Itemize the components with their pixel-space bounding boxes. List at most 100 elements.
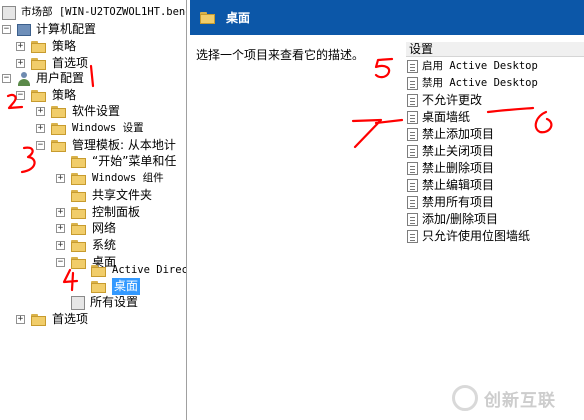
watermark: 创新互联 (452, 376, 584, 420)
folder-icon (71, 239, 87, 252)
expand-icon[interactable]: + (56, 224, 65, 233)
tree-item-label: 管理模板: 从本地计 (72, 138, 176, 152)
collapse-icon[interactable]: − (36, 141, 45, 150)
tree-item-label: 用户配置 (36, 71, 85, 85)
user-icon (17, 71, 31, 86)
expand-icon[interactable]: + (56, 174, 65, 183)
description-text: 选择一个项目来查看它的描述。 (196, 48, 365, 62)
folder-icon (71, 189, 87, 202)
tree-item-system[interactable]: + 系统 (56, 237, 116, 254)
setting-prohibit-editing-items[interactable]: 禁止编辑项目 (407, 177, 494, 194)
setting-prohibit-deleting-items[interactable]: 禁止删除项目 (407, 160, 494, 177)
policy-setting-icon (407, 60, 418, 73)
policy-setting-icon (407, 230, 418, 243)
expand-icon[interactable]: + (56, 208, 65, 217)
tree-item-windows-settings[interactable]: + Windows 设置 (36, 120, 144, 137)
tree-item-computer-policies[interactable]: + 策略 (16, 38, 76, 55)
expand-icon[interactable]: + (16, 59, 25, 68)
setting-add-delete-items[interactable]: 添加/删除项目 (407, 211, 498, 228)
folder-icon (51, 122, 67, 135)
tree-item-control-panel[interactable]: + 控制面板 (56, 204, 140, 221)
folder-icon (31, 57, 47, 70)
policy-setting-icon (407, 145, 418, 158)
folder-icon (71, 172, 87, 185)
setting-bitmap-wallpaper-only[interactable]: 只允许使用位图墙纸 (407, 228, 530, 245)
tree-item-label: 桌面 (112, 278, 141, 295)
setting-label: 禁用 Active Desktop (422, 77, 538, 89)
policy-object-icon (2, 5, 16, 20)
tree-item-label: 共享文件夹 (92, 188, 153, 202)
setting-prohibit-changes[interactable]: 不允许更改 (407, 92, 482, 109)
policy-setting-icon (407, 213, 418, 226)
tree-item-label: 系统 (92, 238, 117, 252)
setting-disable-all-items[interactable]: 禁用所有项目 (407, 194, 494, 211)
setting-disable-active-desktop[interactable]: 禁用 Active Desktop (407, 75, 538, 92)
setting-enable-active-desktop[interactable]: 启用 Active Desktop (407, 58, 538, 75)
folder-icon (91, 280, 107, 293)
watermark-logo-icon (452, 385, 478, 411)
setting-label: 桌面墙纸 (422, 110, 471, 124)
expand-icon[interactable]: + (56, 241, 65, 250)
setting-label: 不允许更改 (422, 93, 483, 107)
tree-item-admin-templates[interactable]: − 管理模板: 从本地计 (36, 137, 176, 154)
policy-setting-icon (407, 94, 418, 107)
tree-item-user-config[interactable]: − 用户配置 (2, 70, 84, 87)
setting-label: 禁止关闭项目 (422, 144, 495, 158)
tree-item-shared-folders[interactable]: 共享文件夹 (56, 187, 152, 204)
tree-item-user-preferences[interactable]: + 首选项 (16, 311, 88, 328)
tree-item-label: Windows 设置 (72, 122, 144, 134)
collapse-icon[interactable]: − (56, 258, 65, 267)
expand-icon[interactable]: + (36, 124, 45, 133)
tree-item-root[interactable]: 市场部 [WIN-U2TOZWOL1HT.bene (2, 4, 187, 21)
tree-item-label: 策略 (52, 39, 77, 53)
tree-item-all-settings[interactable]: 所有设置 (56, 294, 138, 311)
tree-item-label: 策略 (52, 88, 77, 102)
column-header-settings[interactable]: 设置 (406, 42, 584, 57)
tree-item-label: 控制面板 (92, 205, 141, 219)
tree-item-desktop-selected[interactable]: 桌面 (76, 278, 141, 295)
tree-item-label: 所有设置 (90, 295, 139, 309)
page-title: 桌面 (226, 11, 251, 25)
policy-setting-icon (407, 111, 418, 124)
tree-item-user-policies[interactable]: − 策略 (16, 87, 76, 104)
navigation-tree: 市场部 [WIN-U2TOZWOL1HT.bene − 计算机配置 + 策略 +… (0, 0, 187, 420)
setting-label: 禁止删除项目 (422, 161, 495, 175)
tree-item-computer-config[interactable]: − 计算机配置 (2, 21, 96, 38)
tree-item-start-menu[interactable]: “开始”菜单和任 (56, 153, 176, 170)
setting-desktop-wallpaper[interactable]: 桌面墙纸 (407, 109, 470, 126)
tree-item-label: 市场部 [WIN-U2TOZWOL1HT.bene (21, 6, 187, 18)
tree-item-label: 计算机配置 (36, 22, 97, 36)
folder-icon (71, 206, 87, 219)
folder-icon (31, 89, 47, 102)
tree-item-active-directory[interactable]: Active Direc (76, 262, 187, 279)
tree-item-software-settings[interactable]: + 软件设置 (36, 103, 120, 120)
folder-icon (31, 313, 47, 326)
setting-prohibit-adding-items[interactable]: 禁止添加项目 (407, 126, 494, 143)
watermark-text: 创新互联 (484, 390, 556, 411)
collapse-icon[interactable]: − (2, 25, 11, 34)
tree-item-label: Active Direc (112, 264, 187, 276)
setting-label: 添加/删除项目 (422, 212, 499, 226)
setting-prohibit-closing-items[interactable]: 禁止关闭项目 (407, 143, 494, 160)
tree-item-label: 网络 (92, 221, 117, 235)
tree-item-network[interactable]: + 网络 (56, 220, 116, 237)
setting-label: 启用 Active Desktop (422, 60, 538, 72)
expand-icon[interactable]: + (16, 315, 25, 324)
computer-icon (17, 23, 31, 36)
folder-icon (91, 264, 107, 277)
collapse-icon[interactable]: − (16, 91, 25, 100)
policy-setting-icon (407, 179, 418, 192)
folder-icon (51, 139, 67, 152)
tree-item-label: 软件设置 (72, 104, 121, 118)
expand-icon[interactable]: + (36, 107, 45, 116)
folder-icon (31, 40, 47, 53)
policy-setting-icon (407, 162, 418, 175)
collapse-icon[interactable]: − (2, 74, 11, 83)
tree-item-windows-components[interactable]: + Windows 组件 (56, 170, 164, 187)
folder-icon (71, 222, 87, 235)
folder-icon (200, 11, 216, 24)
expand-icon[interactable]: + (16, 42, 25, 51)
